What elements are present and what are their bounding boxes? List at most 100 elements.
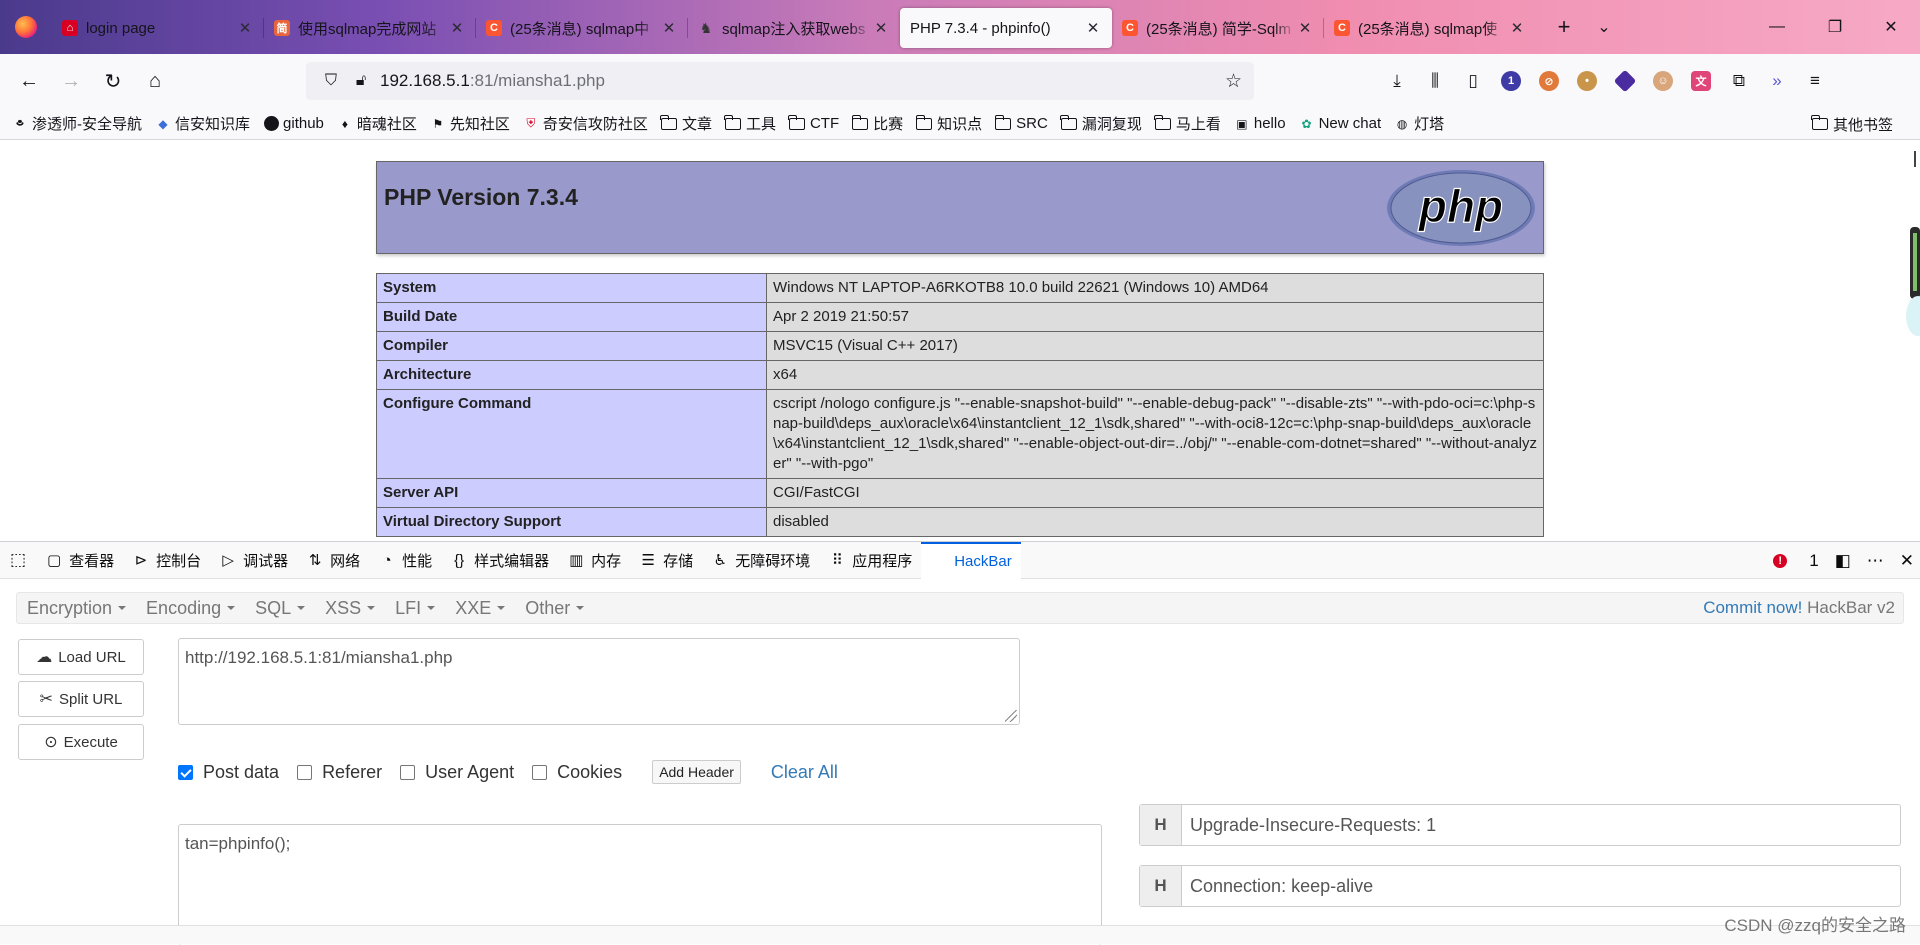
- tab-csdn-sqlmap-use[interactable]: C (25条消息) sqlmap使 ✕: [1324, 8, 1536, 48]
- tab-debugger[interactable]: ▷ 调试器: [210, 542, 297, 579]
- home-icon[interactable]: ⌂: [134, 63, 176, 99]
- wappalyzer-icon[interactable]: [1606, 63, 1644, 99]
- close-tab-icon[interactable]: ✕: [1508, 19, 1526, 37]
- downloads-icon[interactable]: ⤓: [1378, 63, 1416, 99]
- bookmark-folder[interactable]: 知识点: [915, 113, 982, 134]
- tab-inspector[interactable]: ▢ 查看器: [36, 542, 123, 579]
- tab-console[interactable]: ⊳ 控制台: [123, 542, 210, 579]
- cookies-checkbox[interactable]: Cookies: [532, 762, 622, 783]
- tab-style-editor[interactable]: {} 样式编辑器: [441, 542, 558, 579]
- extensions-puzzle-icon[interactable]: ⧉: [1720, 63, 1758, 99]
- bookmark-item[interactable]: ▣ hello: [1234, 115, 1285, 132]
- user-agent-checkbox[interactable]: User Agent: [400, 762, 514, 783]
- tab-hackbar[interactable]: HackBar: [921, 541, 1021, 579]
- side-bubble[interactable]: [1906, 296, 1920, 336]
- reload-icon[interactable]: ↻: [92, 63, 134, 99]
- bookmark-folder[interactable]: SRC: [994, 114, 1048, 132]
- tab-network[interactable]: ⇅ 网络: [297, 542, 369, 579]
- menu-xxe[interactable]: XXE: [445, 598, 515, 619]
- bookmark-item[interactable]: ♦ 暗魂社区: [337, 113, 417, 134]
- error-count-badge[interactable]: ! 1: [1773, 551, 1819, 571]
- app-menu-icon[interactable]: ≡: [1796, 63, 1834, 99]
- element-picker-icon[interactable]: ⬚: [0, 542, 36, 579]
- restore-icon[interactable]: ❐: [1806, 0, 1864, 54]
- firefox-menu-icon[interactable]: [0, 0, 52, 54]
- close-tab-icon[interactable]: ✕: [1084, 19, 1102, 37]
- bookmark-item[interactable]: ◆ 信安知识库: [155, 113, 250, 134]
- bookmark-item[interactable]: ⚑ 先知社区: [430, 113, 510, 134]
- sidebar-icon[interactable]: ▯: [1454, 63, 1492, 99]
- list-tabs-icon[interactable]: ⌄: [1584, 7, 1624, 47]
- tab-accessibility[interactable]: ♿︎ 无障碍环境: [702, 542, 819, 579]
- forward-icon[interactable]: →: [50, 63, 92, 99]
- checkbox-unchecked[interactable]: [400, 764, 416, 780]
- bookmark-folder[interactable]: CTF: [788, 114, 839, 132]
- execute-button[interactable]: ⊙ Execute: [18, 724, 144, 760]
- close-window-icon[interactable]: ✕: [1862, 0, 1920, 54]
- tab-phpinfo[interactable]: PHP 7.3.4 - phpinfo() ✕: [900, 8, 1112, 48]
- cookie-icon[interactable]: •: [1568, 63, 1606, 99]
- split-url-button[interactable]: ✂ Split URL: [18, 681, 144, 717]
- close-devtools-icon[interactable]: ✕: [1900, 551, 1914, 571]
- bookmark-star-icon[interactable]: ☆: [1225, 70, 1242, 93]
- close-tab-icon[interactable]: ✕: [660, 19, 678, 37]
- tab-csdn-jianxue[interactable]: C (25条消息) 简学-Sqlm ✕: [1112, 8, 1324, 48]
- checkbox-checked[interactable]: [178, 764, 193, 780]
- close-tab-icon[interactable]: ✕: [448, 19, 466, 37]
- add-header-button[interactable]: Add Header: [652, 760, 741, 784]
- new-tab-icon[interactable]: +: [1544, 7, 1584, 47]
- translate-icon[interactable]: 文: [1682, 63, 1720, 99]
- close-tab-icon[interactable]: ✕: [236, 19, 254, 37]
- minimize-icon[interactable]: —: [1748, 0, 1806, 54]
- bookmark-item[interactable]: ⛨ 奇安信攻防社区: [523, 113, 648, 134]
- referer-checkbox[interactable]: Referer: [297, 762, 382, 783]
- tab-login-page[interactable]: ⌂ login page ✕: [52, 8, 264, 48]
- load-url-button[interactable]: ☁ Load URL: [18, 639, 144, 675]
- header-row[interactable]: H Upgrade-Insecure-Requests: 1: [1139, 804, 1901, 846]
- menu-lfi[interactable]: LFI: [385, 598, 445, 619]
- tab-csdn-sqlmap[interactable]: C (25条消息) sqlmap中 ✕: [476, 8, 688, 48]
- tab-sqlmap-webshell[interactable]: ♞ sqlmap注入获取webs ✕: [688, 8, 900, 48]
- tracking-shield-icon[interactable]: ⛉: [320, 72, 342, 90]
- bookmark-item[interactable]: ✿ New chat: [1299, 115, 1382, 132]
- menu-sql[interactable]: SQL: [245, 598, 315, 619]
- noscript-icon[interactable]: ⊘: [1530, 63, 1568, 99]
- menu-encoding[interactable]: Encoding: [136, 598, 245, 619]
- commit-now-link[interactable]: Commit now!: [1703, 598, 1802, 617]
- extension-badge-icon[interactable]: 1: [1492, 63, 1530, 99]
- side-widget[interactable]: [1910, 227, 1920, 299]
- close-tab-icon[interactable]: ✕: [1296, 19, 1314, 37]
- back-icon[interactable]: ←: [8, 63, 50, 99]
- bookmark-folder[interactable]: 漏洞复现: [1060, 113, 1142, 134]
- tab-memory[interactable]: ▥ 内存: [558, 542, 630, 579]
- post-data-checkbox[interactable]: Post data: [178, 762, 279, 783]
- menu-xss[interactable]: XSS: [315, 598, 385, 619]
- checkbox-unchecked[interactable]: [532, 764, 548, 780]
- bookmark-item[interactable]: ◍ 灯塔: [1394, 113, 1444, 134]
- other-bookmarks[interactable]: 其他书签: [1811, 108, 1893, 140]
- bookmark-item[interactable]: github: [263, 115, 324, 132]
- url-textarea[interactable]: http://192.168.5.1:81/miansha1.php: [178, 638, 1020, 725]
- close-tab-icon[interactable]: ✕: [872, 19, 890, 37]
- overflow-chevron-icon[interactable]: »: [1758, 63, 1796, 99]
- dock-side-icon[interactable]: ◧: [1835, 551, 1851, 571]
- bookmark-folder[interactable]: 马上看: [1154, 113, 1221, 134]
- menu-encryption[interactable]: Encryption: [17, 598, 136, 619]
- bookmark-folder[interactable]: 工具: [724, 113, 776, 134]
- header-row[interactable]: H Connection: keep-alive: [1139, 865, 1901, 907]
- page-scrollbar[interactable]: [1914, 151, 1916, 167]
- tab-storage[interactable]: ☰ 存储: [630, 542, 702, 579]
- menu-other[interactable]: Other: [515, 598, 594, 619]
- more-options-icon[interactable]: ⋯: [1867, 551, 1884, 571]
- insecure-lock-icon[interactable]: 🔓︎: [350, 72, 372, 90]
- library-icon[interactable]: ⫼: [1416, 63, 1454, 99]
- avatar-extension-icon[interactable]: ☺: [1644, 63, 1682, 99]
- address-bar[interactable]: ⛉ 🔓︎ 192.168.5.1:81/miansha1.php ☆: [306, 62, 1254, 100]
- checkbox-unchecked[interactable]: [297, 764, 313, 780]
- bookmark-folder[interactable]: 比赛: [851, 113, 903, 134]
- bookmark-item[interactable]: 🎩︎ 渗透师-安全导航: [12, 113, 142, 134]
- tab-application[interactable]: ⠿ 应用程序: [819, 542, 921, 579]
- clear-all-link[interactable]: Clear All: [771, 762, 838, 783]
- tab-sqlmap-site[interactable]: 简 使用sqlmap完成网站 ✕: [264, 8, 476, 48]
- bookmark-folder[interactable]: 文章: [660, 113, 712, 134]
